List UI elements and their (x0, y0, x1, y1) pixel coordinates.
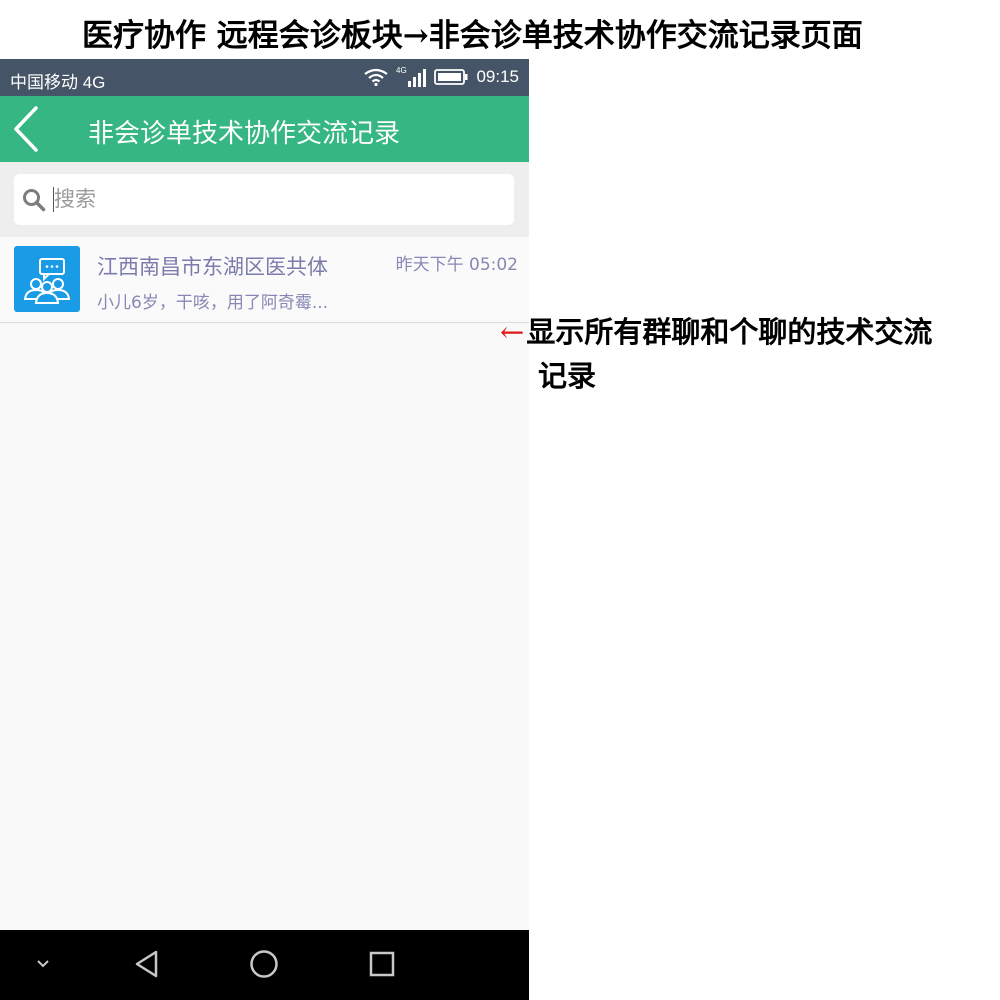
nav-recents-button[interactable] (367, 948, 397, 984)
status-icons: 4G 09:15 (364, 66, 519, 88)
nav-back-button[interactable] (132, 948, 162, 984)
left-arrow-icon: ← (500, 315, 525, 349)
chat-time: 昨天下午 05:02 (395, 255, 518, 275)
phone-screen: 中国移动 4G 4G 09:15 非会诊单技术协作交流记录 搜索 江西南昌市东湖… (0, 59, 529, 1000)
wifi-icon (364, 68, 389, 86)
triangle-back-icon (135, 950, 158, 978)
annotation-note: ←显示所有群聊和个聊的技术交流 记录 (500, 310, 995, 398)
annotation-line-2: 记录 (538, 359, 597, 393)
group-chat-icon (23, 258, 71, 304)
page-title: 非会诊单技术协作交流记录 (88, 119, 401, 149)
carrier-label: 中国移动 4G (10, 73, 106, 92)
search-icon (22, 188, 46, 216)
square-recents-icon (369, 951, 395, 977)
circle-home-icon (250, 950, 278, 978)
annotation-line-1: 显示所有群聊和个聊的技术交流 (526, 315, 933, 349)
chat-name: 江西南昌市东湖区医共体 (97, 255, 328, 279)
chevron-left-icon (14, 106, 38, 152)
chat-list-item[interactable]: 江西南昌市东湖区医共体 昨天下午 05:02 小儿6岁，干咳，用了阿奇霉... (0, 237, 529, 323)
chevron-down-icon (37, 960, 49, 968)
search-area (0, 162, 529, 237)
chat-list: 江西南昌市东湖区医共体 昨天下午 05:02 小儿6岁，干咳，用了阿奇霉... (0, 237, 529, 323)
chat-preview: 小儿6岁，干咳，用了阿奇霉... (97, 293, 329, 313)
cellular-signal-icon: 4G (396, 66, 427, 88)
battery-icon (434, 69, 468, 85)
search-input[interactable] (54, 184, 494, 214)
hide-nav-button[interactable] (34, 956, 52, 975)
system-nav-bar (0, 930, 529, 1000)
clock: 09:15 (476, 67, 519, 86)
nav-home-button[interactable] (248, 948, 280, 984)
back-button[interactable] (10, 106, 50, 152)
page-caption: 医疗协作 远程会诊板块→非会诊单技术协作交流记录页面 (82, 18, 863, 54)
search-box[interactable] (14, 174, 514, 225)
status-bar: 中国移动 4G 4G 09:15 (0, 59, 529, 96)
app-header: 非会诊单技术协作交流记录 (0, 96, 529, 162)
group-chat-avatar (14, 246, 80, 312)
network-badge: 4G (396, 66, 407, 75)
